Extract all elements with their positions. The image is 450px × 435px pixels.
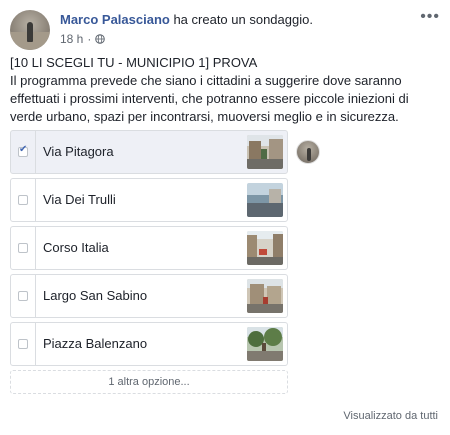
poll-option-via-pitagora[interactable]: ✔ Via Pitagora: [10, 130, 288, 174]
poll-option-largo-san-sabino[interactable]: Largo San Sabino: [10, 274, 288, 318]
checkbox-cell: [11, 179, 36, 221]
option-photo[interactable]: [247, 231, 283, 265]
poll-option-label: Largo San Sabino: [43, 288, 148, 303]
checkbox-icon[interactable]: ✔: [18, 144, 28, 157]
poll-option-label: Piazza Balenzano: [43, 336, 148, 351]
option-photo[interactable]: [247, 135, 283, 169]
poll-option-label: Corso Italia: [43, 240, 109, 255]
globe-icon: [95, 34, 106, 44]
poll-option-row: Corso Italia: [10, 226, 320, 270]
checkbox-icon[interactable]: [18, 195, 28, 205]
post-action-text: ha creato un sondaggio.: [173, 12, 313, 27]
more-options-icon[interactable]: •••: [420, 9, 440, 25]
option-photo[interactable]: [247, 279, 283, 313]
post-author-line: Marco Palasciano ha creato un sondaggio.: [60, 12, 313, 27]
checkbox-icon[interactable]: [18, 291, 28, 301]
poll-option-row: Piazza Balenzano: [10, 322, 320, 366]
poll-option-label: Via Dei Trulli: [43, 192, 116, 207]
poll-option-label: Via Pitagora: [43, 144, 114, 159]
poll-option-piazza-balenzano[interactable]: Piazza Balenzano: [10, 322, 288, 366]
check-icon: ✔: [19, 144, 28, 155]
poll-post-card: Marco Palasciano ha creato un sondaggio.…: [0, 0, 450, 435]
post-body: Il programma prevede che siano i cittadi…: [10, 73, 409, 124]
more-poll-options-button[interactable]: 1 altra opzione...: [10, 370, 288, 394]
option-photo[interactable]: [247, 327, 283, 361]
post-timestamp[interactable]: 18 h: [60, 32, 83, 46]
poll-options: ✔ Via Pitagora Via Dei Trulli Corso Ital…: [10, 130, 320, 370]
poll-option-corso-italia[interactable]: Corso Italia: [10, 226, 288, 270]
seen-by-label[interactable]: Visualizzato da tutti: [343, 410, 438, 422]
voter-avatar[interactable]: [296, 140, 320, 164]
poll-option-row: Largo San Sabino: [10, 274, 320, 318]
checkbox-icon[interactable]: [18, 243, 28, 253]
checkbox-cell: [11, 227, 36, 269]
poll-option-row: ✔ Via Pitagora: [10, 130, 320, 174]
post-text: [10 LI SCEGLI TU - MUNICIPIO 1] PROVA Il…: [10, 54, 440, 126]
checkbox-cell: ✔: [11, 131, 36, 173]
checkbox-icon[interactable]: [18, 339, 28, 349]
poll-option-row: Via Dei Trulli: [10, 178, 320, 222]
separator-dot: ·: [87, 32, 92, 46]
author-name-link[interactable]: Marco Palasciano: [60, 12, 170, 27]
author-avatar[interactable]: [10, 10, 50, 50]
option-photo[interactable]: [247, 183, 283, 217]
checkbox-cell: [11, 275, 36, 317]
post-title-line: [10 LI SCEGLI TU - MUNICIPIO 1] PROVA: [10, 55, 258, 70]
poll-option-via-dei-trulli[interactable]: Via Dei Trulli: [10, 178, 288, 222]
post-meta: 18 h ·: [60, 32, 106, 46]
post-header: Marco Palasciano ha creato un sondaggio.…: [10, 9, 440, 50]
checkbox-cell: [11, 323, 36, 365]
